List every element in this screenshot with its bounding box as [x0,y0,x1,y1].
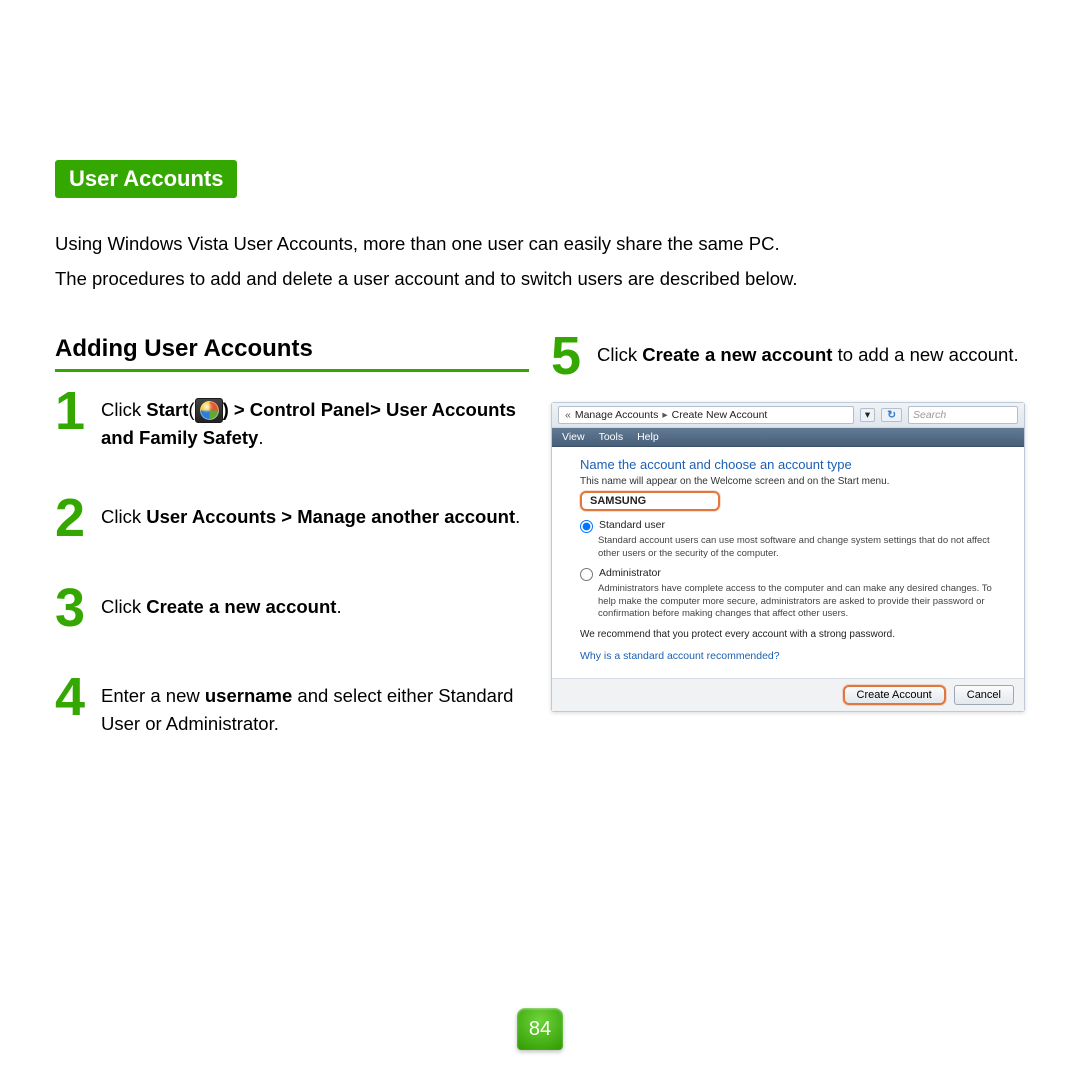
section-title-badge: User Accounts [55,160,237,198]
t: . [336,596,341,617]
step-number: 4 [55,676,95,719]
t: Click [101,596,146,617]
windows-start-orb-icon [195,398,223,423]
menu-help[interactable]: Help [637,431,659,443]
t: username [205,685,292,706]
right-column: 5 Click Create a new account to add a ne… [551,335,1025,783]
t: Click [101,506,146,527]
breadcrumb[interactable]: « Manage Accounts ▸ Create New Account [558,406,854,424]
radio-label: Administrator [599,567,661,581]
step-3: 3 Click Create a new account. [55,587,529,630]
t: Create a new account [642,344,832,365]
menu-view[interactable]: View [562,431,585,443]
menu-bar: View Tools Help [552,428,1024,447]
crumb-a[interactable]: Manage Accounts [575,409,658,421]
radio-label: Standard user [599,519,665,533]
create-account-button[interactable]: Create Account [843,685,946,705]
address-bar: « Manage Accounts ▸ Create New Account ▾… [552,403,1024,428]
option-standard-user[interactable]: Standard user [580,519,1006,533]
step-number: 3 [55,587,95,630]
refresh-icon[interactable]: ↻ [881,408,902,422]
left-column: Adding User Accounts 1 Click Start() > C… [55,335,529,783]
chevron-right-icon: ▸ [662,409,667,421]
radio-admin[interactable] [580,568,593,581]
t: . [258,427,263,448]
step-text: Enter a new username and select either S… [101,676,529,738]
t: User Accounts > Manage another account [146,506,515,527]
standard-desc: Standard account users can use most soft… [598,535,1006,561]
option-administrator[interactable]: Administrator [580,567,1006,581]
step-number: 2 [55,497,95,540]
button-bar: Create Account Cancel [552,678,1024,711]
t: ( [188,399,194,420]
back-icon[interactable]: « [565,409,571,421]
t: to add a new account. [832,344,1018,365]
why-standard-link[interactable]: Why is a standard account recommended? [580,650,780,662]
t: Create a new account [146,596,336,617]
step-text: Click User Accounts > Manage another acc… [101,497,520,531]
window-body: Name the account and choose an account t… [552,447,1024,678]
step-5: 5 Click Create a new account to add a ne… [551,335,1025,378]
t: . [515,506,520,527]
step-number: 5 [551,335,591,378]
step-text: Click Create a new account to add a new … [597,335,1019,369]
t: Click [101,399,146,420]
step-text: Click Start() > Control Panel> User Acco… [101,390,529,452]
step-1: 1 Click Start() > Control Panel> User Ac… [55,390,529,452]
intro-line-2: The procedures to add and delete a user … [55,263,1025,294]
step-text: Click Create a new account. [101,587,342,621]
page-number-badge: 84 [517,1008,563,1050]
dialog-subtitle: This name will appear on the Welcome scr… [580,476,1006,487]
intro-line-1: Using Windows Vista User Accounts, more … [55,228,1025,259]
menu-tools[interactable]: Tools [599,431,624,443]
intro-block: Using Windows Vista User Accounts, more … [55,228,1025,295]
addr-dropdown-icon[interactable]: ▾ [860,408,875,422]
t: Click [597,344,642,365]
admin-desc: Administrators have complete access to t… [598,583,1006,621]
crumb-b[interactable]: Create New Account [672,409,768,421]
radio-standard[interactable] [580,520,593,533]
step-2: 2 Click User Accounts > Manage another a… [55,497,529,540]
account-name-input[interactable]: SAMSUNG [580,491,720,511]
t: Start [146,399,188,420]
recommend-text: We recommend that you protect every acco… [580,629,1006,640]
step-4: 4 Enter a new username and select either… [55,676,529,738]
search-input[interactable]: Search [908,406,1018,424]
vista-window-screenshot: « Manage Accounts ▸ Create New Account ▾… [551,402,1025,712]
subheading: Adding User Accounts [55,335,529,372]
cancel-button[interactable]: Cancel [954,685,1014,705]
dialog-title: Name the account and choose an account t… [580,457,1006,472]
step-number: 1 [55,390,95,433]
t: Enter a new [101,685,205,706]
